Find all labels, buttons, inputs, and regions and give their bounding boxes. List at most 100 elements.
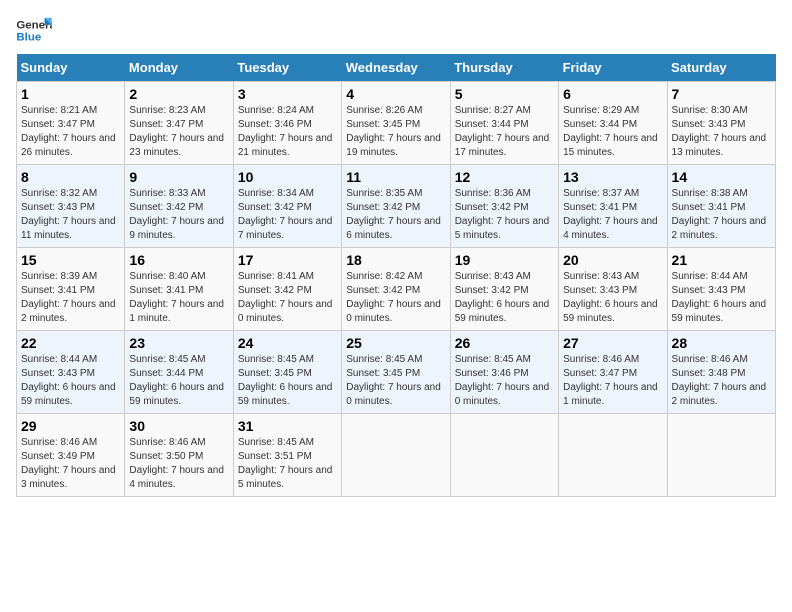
day-detail: Sunrise: 8:40 AM Sunset: 3:41 PM Dayligh… [129,271,224,324]
calendar-cell: 14 Sunrise: 8:38 AM Sunset: 3:41 PM Dayl… [667,165,775,248]
day-number: 23 [129,335,228,351]
day-number: 6 [563,86,662,102]
day-detail: Sunrise: 8:33 AM Sunset: 3:42 PM Dayligh… [129,188,224,241]
day-header-tuesday: Tuesday [233,54,341,82]
calendar-cell: 3 Sunrise: 8:24 AM Sunset: 3:46 PM Dayli… [233,82,341,165]
day-detail: Sunrise: 8:45 AM Sunset: 3:45 PM Dayligh… [346,354,441,407]
day-detail: Sunrise: 8:46 AM Sunset: 3:49 PM Dayligh… [21,437,116,490]
calendar-cell: 30 Sunrise: 8:46 AM Sunset: 3:50 PM Dayl… [125,414,233,497]
day-detail: Sunrise: 8:38 AM Sunset: 3:41 PM Dayligh… [672,188,767,241]
calendar-cell: 11 Sunrise: 8:35 AM Sunset: 3:42 PM Dayl… [342,165,450,248]
day-detail: Sunrise: 8:37 AM Sunset: 3:41 PM Dayligh… [563,188,658,241]
day-number: 21 [672,252,771,268]
day-detail: Sunrise: 8:45 AM Sunset: 3:51 PM Dayligh… [238,437,333,490]
calendar-cell: 18 Sunrise: 8:42 AM Sunset: 3:42 PM Dayl… [342,248,450,331]
calendar-cell: 10 Sunrise: 8:34 AM Sunset: 3:42 PM Dayl… [233,165,341,248]
day-number: 29 [21,418,120,434]
day-detail: Sunrise: 8:29 AM Sunset: 3:44 PM Dayligh… [563,105,658,158]
calendar-cell: 31 Sunrise: 8:45 AM Sunset: 3:51 PM Dayl… [233,414,341,497]
calendar-cell: 26 Sunrise: 8:45 AM Sunset: 3:46 PM Dayl… [450,331,558,414]
calendar-cell: 29 Sunrise: 8:46 AM Sunset: 3:49 PM Dayl… [17,414,125,497]
calendar-cell: 13 Sunrise: 8:37 AM Sunset: 3:41 PM Dayl… [559,165,667,248]
day-number: 10 [238,169,337,185]
day-detail: Sunrise: 8:24 AM Sunset: 3:46 PM Dayligh… [238,105,333,158]
calendar-cell: 17 Sunrise: 8:41 AM Sunset: 3:42 PM Dayl… [233,248,341,331]
calendar-table: SundayMondayTuesdayWednesdayThursdayFrid… [16,54,776,497]
day-number: 19 [455,252,554,268]
calendar-cell: 22 Sunrise: 8:44 AM Sunset: 3:43 PM Dayl… [17,331,125,414]
calendar-cell: 20 Sunrise: 8:43 AM Sunset: 3:43 PM Dayl… [559,248,667,331]
day-number: 8 [21,169,120,185]
logo-icon: General Blue [16,16,52,46]
calendar-cell [559,414,667,497]
calendar-cell: 24 Sunrise: 8:45 AM Sunset: 3:45 PM Dayl… [233,331,341,414]
calendar-week-5: 29 Sunrise: 8:46 AM Sunset: 3:49 PM Dayl… [17,414,776,497]
calendar-cell [450,414,558,497]
day-number: 30 [129,418,228,434]
calendar-cell: 4 Sunrise: 8:26 AM Sunset: 3:45 PM Dayli… [342,82,450,165]
day-number: 20 [563,252,662,268]
calendar-cell: 7 Sunrise: 8:30 AM Sunset: 3:43 PM Dayli… [667,82,775,165]
calendar-cell: 19 Sunrise: 8:43 AM Sunset: 3:42 PM Dayl… [450,248,558,331]
day-number: 16 [129,252,228,268]
day-number: 3 [238,86,337,102]
calendar-cell: 9 Sunrise: 8:33 AM Sunset: 3:42 PM Dayli… [125,165,233,248]
day-number: 17 [238,252,337,268]
calendar-cell: 28 Sunrise: 8:46 AM Sunset: 3:48 PM Dayl… [667,331,775,414]
day-number: 4 [346,86,445,102]
day-number: 25 [346,335,445,351]
day-detail: Sunrise: 8:46 AM Sunset: 3:48 PM Dayligh… [672,354,767,407]
calendar-cell: 12 Sunrise: 8:36 AM Sunset: 3:42 PM Dayl… [450,165,558,248]
day-detail: Sunrise: 8:30 AM Sunset: 3:43 PM Dayligh… [672,105,767,158]
day-header-friday: Friday [559,54,667,82]
day-number: 11 [346,169,445,185]
calendar-week-1: 1 Sunrise: 8:21 AM Sunset: 3:47 PM Dayli… [17,82,776,165]
day-detail: Sunrise: 8:23 AM Sunset: 3:47 PM Dayligh… [129,105,224,158]
calendar-cell: 21 Sunrise: 8:44 AM Sunset: 3:43 PM Dayl… [667,248,775,331]
day-number: 2 [129,86,228,102]
calendar-cell [667,414,775,497]
day-number: 27 [563,335,662,351]
calendar-cell: 23 Sunrise: 8:45 AM Sunset: 3:44 PM Dayl… [125,331,233,414]
day-number: 18 [346,252,445,268]
day-detail: Sunrise: 8:46 AM Sunset: 3:47 PM Dayligh… [563,354,658,407]
calendar-cell: 27 Sunrise: 8:46 AM Sunset: 3:47 PM Dayl… [559,331,667,414]
day-detail: Sunrise: 8:41 AM Sunset: 3:42 PM Dayligh… [238,271,333,324]
day-number: 13 [563,169,662,185]
calendar-cell: 8 Sunrise: 8:32 AM Sunset: 3:43 PM Dayli… [17,165,125,248]
calendar-cell: 16 Sunrise: 8:40 AM Sunset: 3:41 PM Dayl… [125,248,233,331]
day-number: 24 [238,335,337,351]
day-number: 14 [672,169,771,185]
calendar-cell: 1 Sunrise: 8:21 AM Sunset: 3:47 PM Dayli… [17,82,125,165]
day-detail: Sunrise: 8:43 AM Sunset: 3:42 PM Dayligh… [455,271,550,324]
day-number: 28 [672,335,771,351]
calendar-week-3: 15 Sunrise: 8:39 AM Sunset: 3:41 PM Dayl… [17,248,776,331]
page-header: General Blue [16,16,776,46]
calendar-week-4: 22 Sunrise: 8:44 AM Sunset: 3:43 PM Dayl… [17,331,776,414]
day-number: 9 [129,169,228,185]
svg-text:Blue: Blue [16,32,41,44]
day-header-wednesday: Wednesday [342,54,450,82]
day-detail: Sunrise: 8:26 AM Sunset: 3:45 PM Dayligh… [346,105,441,158]
day-detail: Sunrise: 8:44 AM Sunset: 3:43 PM Dayligh… [672,271,767,324]
day-detail: Sunrise: 8:42 AM Sunset: 3:42 PM Dayligh… [346,271,441,324]
day-header-sunday: Sunday [17,54,125,82]
calendar-cell: 5 Sunrise: 8:27 AM Sunset: 3:44 PM Dayli… [450,82,558,165]
day-number: 15 [21,252,120,268]
calendar-header-row: SundayMondayTuesdayWednesdayThursdayFrid… [17,54,776,82]
calendar-cell [342,414,450,497]
day-number: 22 [21,335,120,351]
day-header-saturday: Saturday [667,54,775,82]
day-detail: Sunrise: 8:45 AM Sunset: 3:45 PM Dayligh… [238,354,333,407]
calendar-cell: 15 Sunrise: 8:39 AM Sunset: 3:41 PM Dayl… [17,248,125,331]
day-header-thursday: Thursday [450,54,558,82]
day-header-monday: Monday [125,54,233,82]
day-detail: Sunrise: 8:45 AM Sunset: 3:46 PM Dayligh… [455,354,550,407]
day-detail: Sunrise: 8:36 AM Sunset: 3:42 PM Dayligh… [455,188,550,241]
day-detail: Sunrise: 8:46 AM Sunset: 3:50 PM Dayligh… [129,437,224,490]
day-detail: Sunrise: 8:39 AM Sunset: 3:41 PM Dayligh… [21,271,116,324]
calendar-cell: 25 Sunrise: 8:45 AM Sunset: 3:45 PM Dayl… [342,331,450,414]
day-number: 31 [238,418,337,434]
day-detail: Sunrise: 8:35 AM Sunset: 3:42 PM Dayligh… [346,188,441,241]
day-number: 5 [455,86,554,102]
